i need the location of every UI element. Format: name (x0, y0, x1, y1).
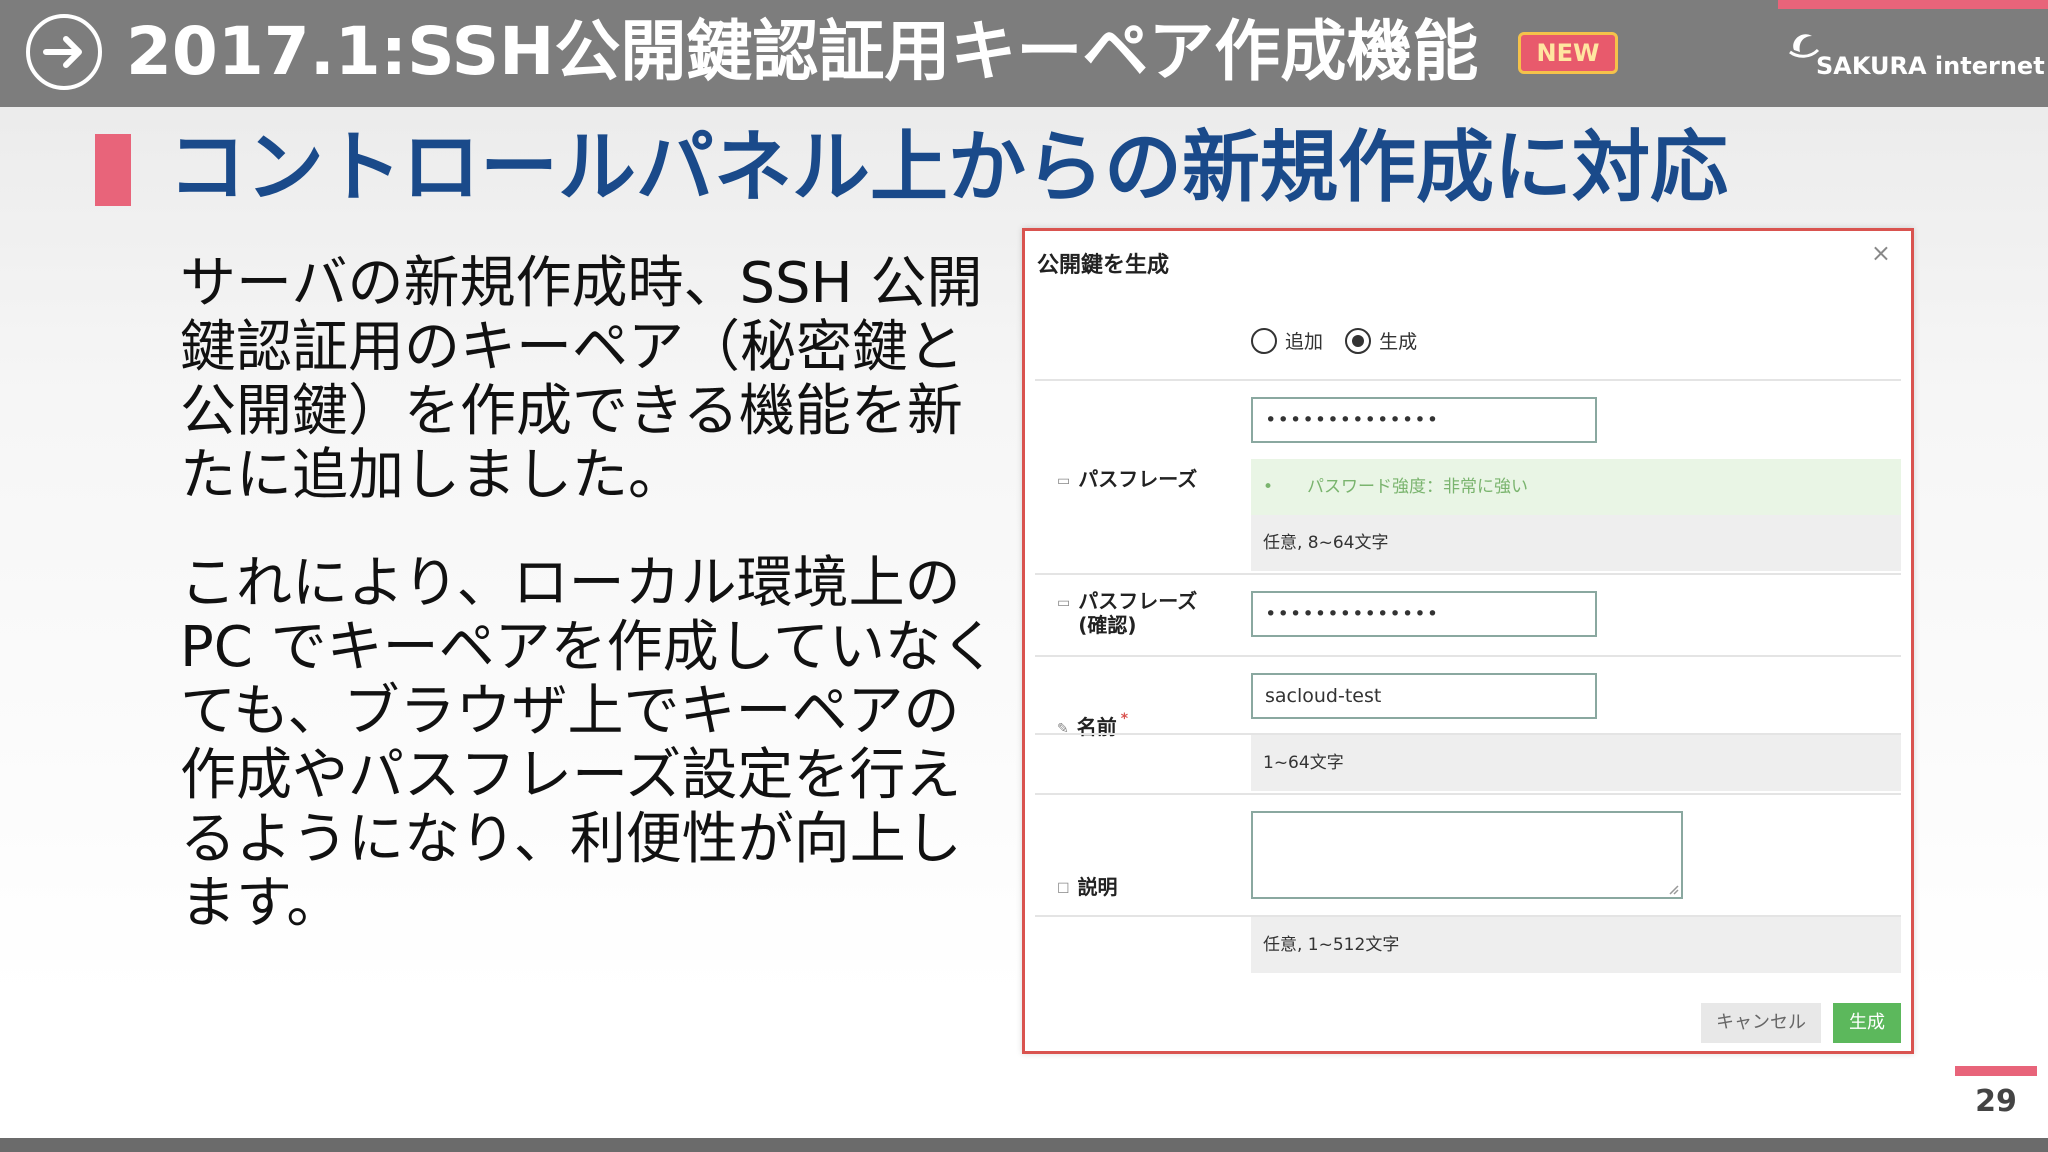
header-bar: 2017.1:SSH公開鍵認証用キーペア作成機能 NEW SAKURA inte… (0, 0, 2048, 107)
description-textarea[interactable] (1251, 811, 1683, 899)
passphrase-confirm-label: ▭ パスフレーズ(確認) (1057, 589, 1198, 637)
resize-grip-icon[interactable] (1667, 883, 1679, 895)
keyboard-icon: ▭ (1057, 472, 1071, 489)
name-input[interactable]: sacloud-test (1251, 673, 1597, 719)
divider (1035, 379, 1901, 381)
passphrase-confirm-input[interactable]: •••••••••••••• (1251, 591, 1597, 637)
page-number-accent (1955, 1066, 2037, 1076)
page-number: 29 (1975, 1084, 2017, 1119)
generate-button[interactable]: 生成 (1833, 1003, 1901, 1043)
keyboard-icon: ▭ (1057, 594, 1071, 611)
passphrase-label: ▭ パスフレーズ (1057, 467, 1198, 491)
close-icon[interactable]: × (1871, 239, 1891, 267)
radio-generate[interactable] (1345, 327, 1372, 354)
radio-add-label: 追加 (1285, 331, 1324, 353)
brand-name: SAKURA internet (1816, 52, 2045, 80)
radio-generate-label: 生成 (1379, 331, 1418, 353)
name-hint: 1~64文字 (1251, 735, 1901, 791)
divider (1035, 793, 1901, 795)
header-accent-stripe (1778, 0, 2048, 9)
header-title: 2017.1:SSH公開鍵認証用キーペア作成機能 (126, 13, 1479, 90)
subtitle-accent-bar (95, 134, 131, 206)
generate-key-dialog: 公開鍵を生成 × 追加 生成 ▭ パスフレーズ •••••••••••••• • … (1022, 228, 1914, 1054)
radio-add[interactable] (1251, 327, 1277, 354)
divider (1035, 573, 1901, 575)
password-strength-indicator: • パスワード強度：非常に強い (1251, 459, 1901, 515)
mode-radio-group: 追加 生成 (1251, 327, 1433, 357)
cancel-button[interactable]: キャンセル (1701, 1003, 1821, 1043)
name-label: ✎ 名前 * (1057, 711, 1129, 739)
arrow-right-icon (26, 14, 102, 90)
new-badge: NEW (1518, 32, 1618, 74)
body-text: サーバの新規作成時、SSH 公開鍵認証用のキーペア（秘密鍵と公開鍵）を作成できる… (180, 252, 1000, 980)
divider (1035, 655, 1901, 657)
description-label: ☐ 説明 (1057, 875, 1118, 899)
brand-logo: SAKURA internet (1784, 24, 2045, 84)
dialog-title: 公開鍵を生成 (1037, 253, 1170, 278)
body-paragraph-2: これにより、ローカル環境上の PC でキーペアを作成していなくても、ブラウザ上で… (180, 551, 997, 936)
passphrase-hint: 任意, 8~64文字 (1251, 515, 1901, 571)
description-hint: 任意, 1~512文字 (1251, 917, 1901, 973)
body-paragraph-1: サーバの新規作成時、SSH 公開鍵認証用のキーペア（秘密鍵と公開鍵）を作成できる… (180, 251, 983, 508)
footer-bar (0, 1138, 2048, 1152)
required-marker: * (1120, 711, 1129, 727)
document-icon: ☐ (1057, 880, 1070, 897)
passphrase-input[interactable]: •••••••••••••• (1251, 397, 1597, 443)
slide-subtitle: コントロールパネル上からの新規作成に対応 (168, 123, 1729, 213)
